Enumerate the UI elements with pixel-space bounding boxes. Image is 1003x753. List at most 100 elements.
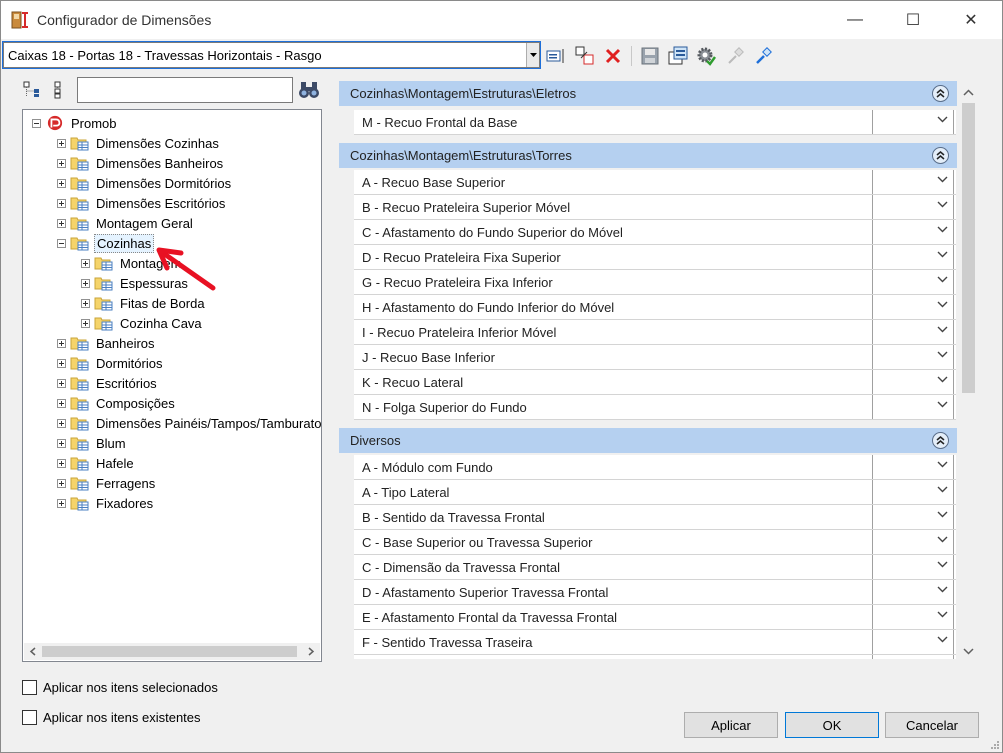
property-value-dropdown[interactable] (872, 170, 954, 194)
collapse-tree-icon[interactable] (23, 81, 39, 97)
settings-icon[interactable] (695, 45, 717, 67)
expand-node-icon[interactable] (81, 258, 90, 268)
cancel-button[interactable]: Cancelar (885, 712, 979, 738)
expand-node-icon[interactable] (57, 498, 66, 508)
tree-search-input[interactable] (77, 77, 293, 103)
tree-item-dimensoes-dormitorios[interactable]: Dimensões Dormitórios (57, 173, 233, 193)
tree-item-fitas-de-borda[interactable]: Fitas de Borda (81, 293, 207, 313)
expand-node-icon[interactable] (57, 198, 66, 208)
tree-item-blum[interactable]: Blum (57, 433, 128, 453)
apply-existing-option[interactable]: Aplicar nos itens existentes (22, 710, 201, 725)
tree-item-espessuras[interactable]: Espessuras (81, 273, 190, 293)
property-value-dropdown[interactable] (872, 605, 954, 629)
tree-item-fixadores[interactable]: Fixadores (57, 493, 155, 513)
ok-button[interactable]: OK (785, 712, 879, 738)
collapse-section-icon[interactable] (932, 85, 949, 102)
tree-item-hafele[interactable]: Hafele (57, 453, 136, 473)
property-value-dropdown[interactable] (872, 530, 954, 554)
collapse-section-icon[interactable] (932, 147, 949, 164)
scroll-down-icon[interactable] (963, 648, 974, 655)
tree-scroll-thumb[interactable] (42, 646, 297, 657)
property-value-dropdown[interactable] (872, 110, 954, 134)
property-value-dropdown[interactable] (872, 345, 954, 369)
maximize-button[interactable]: ☐ (890, 1, 936, 39)
expand-node-icon[interactable] (57, 158, 66, 168)
expand-node-icon[interactable] (81, 298, 90, 308)
expand-node-icon[interactable] (57, 138, 66, 148)
expand-node-icon[interactable] (57, 438, 66, 448)
tree-item-cozinha-cava[interactable]: Cozinha Cava (81, 313, 204, 333)
apply-selected-option[interactable]: Aplicar nos itens selecionados (22, 680, 218, 695)
collapse-node-icon[interactable] (57, 238, 66, 248)
expand-node-icon[interactable] (57, 398, 66, 408)
minimize-button[interactable]: — (832, 1, 878, 39)
close-button[interactable]: ✕ (948, 1, 994, 39)
property-vertical-scrollbar[interactable] (959, 81, 978, 661)
expand-node-icon[interactable] (57, 338, 66, 348)
scroll-left-icon[interactable] (29, 647, 37, 656)
expand-node-icon[interactable] (57, 218, 66, 228)
tree-item-dimensoes-cozinhas[interactable]: Dimensões Cozinhas (57, 133, 221, 153)
tree-item-cozinhas[interactable]: Cozinhas (57, 233, 155, 253)
property-value-dropdown[interactable] (872, 480, 954, 504)
property-scroll-thumb[interactable] (962, 103, 975, 393)
tree-item-promob[interactable]: Promob (32, 113, 119, 133)
apply-selected-checkbox[interactable] (22, 680, 37, 695)
tree-item-escritorios[interactable]: Escritórios (57, 373, 159, 393)
save-icon[interactable] (639, 45, 661, 67)
binoculars-icon[interactable] (297, 79, 321, 101)
property-value-dropdown[interactable] (872, 555, 954, 579)
expand-tree-icon[interactable] (54, 81, 61, 99)
tree-item-composicoes[interactable]: Composições (57, 393, 177, 413)
expand-node-icon[interactable] (81, 318, 90, 328)
copy-icon[interactable] (574, 45, 596, 67)
property-value-dropdown[interactable] (872, 630, 954, 654)
expand-node-icon[interactable] (57, 178, 66, 188)
property-value-dropdown[interactable] (872, 220, 954, 244)
expand-node-icon[interactable] (57, 358, 66, 368)
property-value-dropdown[interactable] (872, 370, 954, 394)
property-value-dropdown[interactable] (872, 395, 954, 419)
pin-icon[interactable] (753, 45, 775, 67)
scroll-right-icon[interactable] (307, 647, 315, 656)
property-value-dropdown[interactable] (872, 505, 954, 529)
resize-grip-icon[interactable] (989, 739, 999, 749)
collapse-node-icon[interactable] (32, 118, 41, 128)
tree-item-dimensoes-escritorios[interactable]: Dimensões Escritórios (57, 193, 227, 213)
section-header-diversos[interactable]: Diversos (339, 428, 957, 453)
category-tree[interactable]: Promob Dimensões Cozinhas Dimensões Banh… (22, 109, 322, 662)
expand-node-icon[interactable] (57, 378, 66, 388)
apply-existing-checkbox[interactable] (22, 710, 37, 725)
tree-item-montagem-geral[interactable]: Montagem Geral (57, 213, 195, 233)
property-value-dropdown[interactable] (872, 195, 954, 219)
tree-item-banheiros[interactable]: Banheiros (57, 333, 157, 353)
tree-horizontal-scrollbar[interactable] (24, 643, 320, 660)
expand-node-icon[interactable] (81, 278, 90, 288)
property-value-dropdown[interactable] (872, 655, 954, 659)
property-value-dropdown[interactable] (872, 295, 954, 319)
tree-item-dimensoes-banheiros[interactable]: Dimensões Banheiros (57, 153, 225, 173)
property-value-dropdown[interactable] (872, 245, 954, 269)
pin-disabled-icon[interactable] (725, 45, 747, 67)
tree-item-dimensoes-paineis[interactable]: Dimensões Painéis/Tampos/Tamburatos (57, 413, 321, 433)
profile-combobox[interactable]: Caixas 18 - Portas 18 - Travessas Horizo… (2, 41, 541, 69)
delete-icon[interactable] (602, 45, 624, 67)
expand-node-icon[interactable] (57, 478, 66, 488)
expand-node-icon[interactable] (57, 458, 66, 468)
apply-button[interactable]: Aplicar (684, 712, 778, 738)
export-icon[interactable] (667, 45, 689, 67)
property-value-dropdown[interactable] (872, 320, 954, 344)
tree-item-dormitorios[interactable]: Dormitórios (57, 353, 164, 373)
property-value-dropdown[interactable] (872, 580, 954, 604)
tree-item-ferragens[interactable]: Ferragens (57, 473, 157, 493)
collapse-section-icon[interactable] (932, 432, 949, 449)
section-header-torres[interactable]: Cozinhas\Montagem\Estruturas\Torres (339, 143, 957, 168)
section-header-eletros[interactable]: Cozinhas\Montagem\Estruturas\Eletros (339, 81, 957, 106)
expand-node-icon[interactable] (57, 418, 66, 428)
property-value-dropdown[interactable] (872, 455, 954, 479)
tree-item-montagem[interactable]: Montagem (81, 253, 183, 273)
scroll-up-icon[interactable] (963, 89, 974, 96)
property-value-dropdown[interactable] (872, 270, 954, 294)
edit-icon[interactable] (545, 45, 567, 67)
profile-dropdown-button[interactable] (526, 43, 539, 67)
